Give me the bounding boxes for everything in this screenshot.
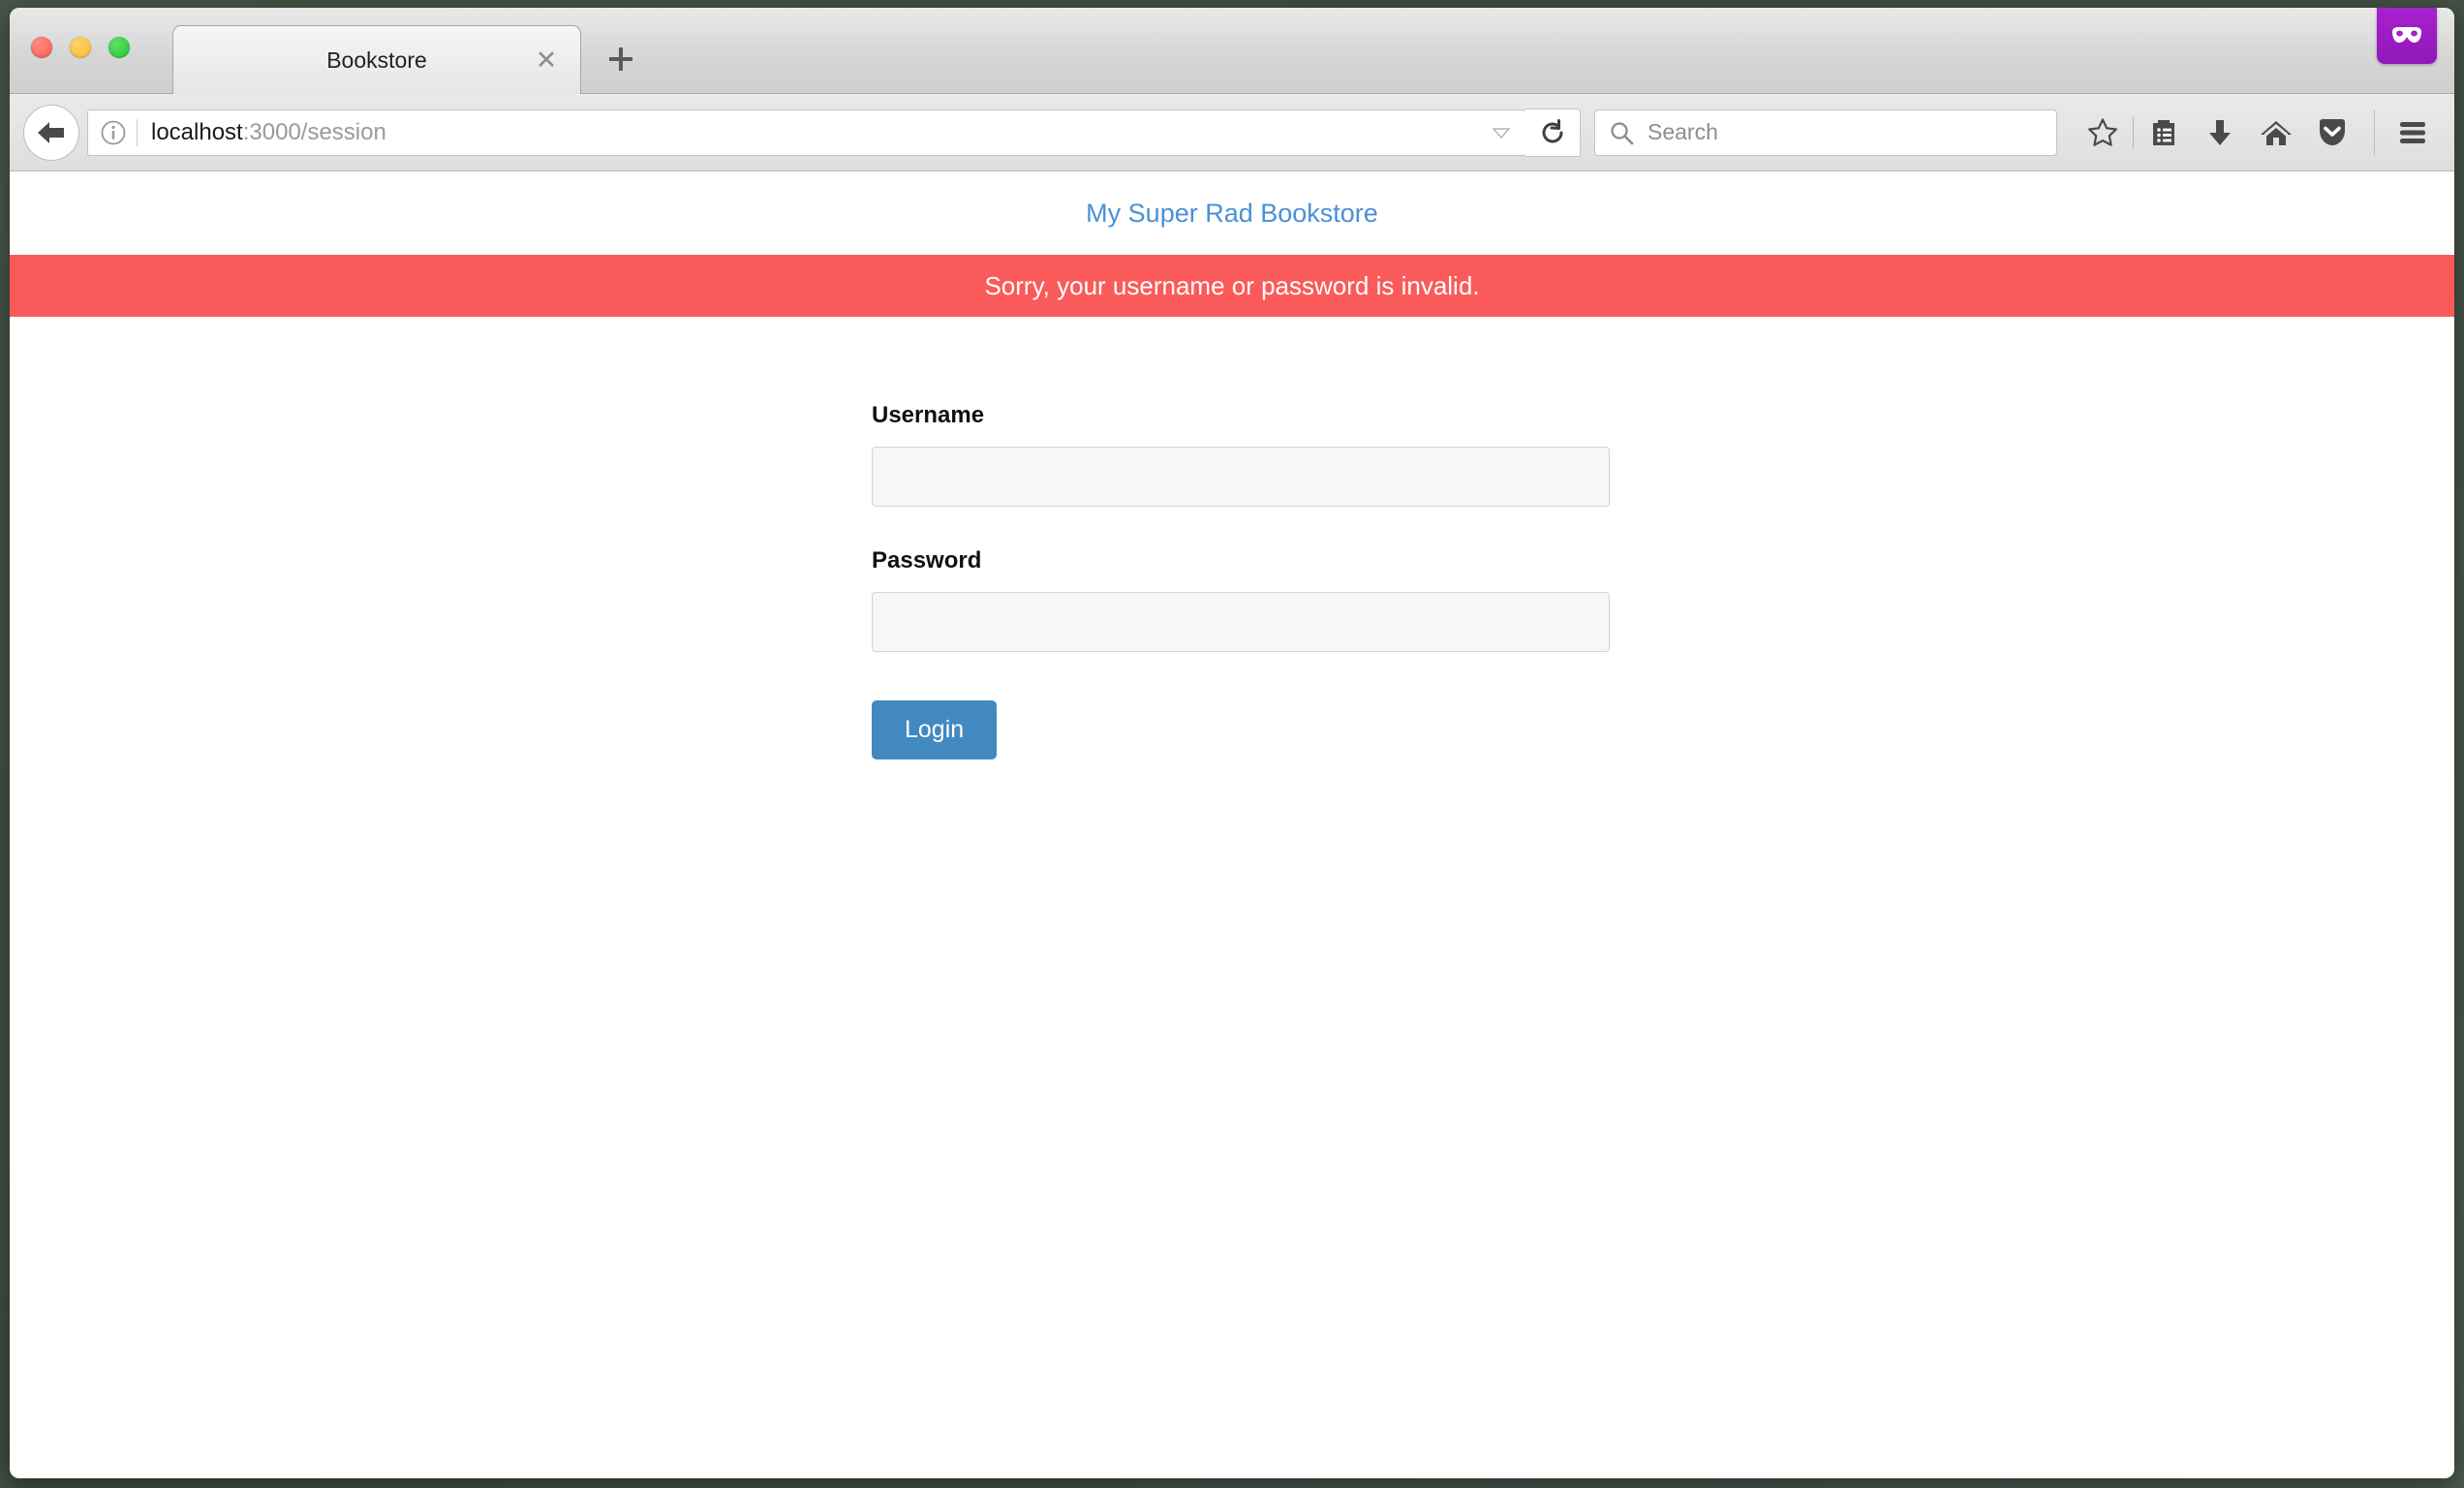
login-form: Username Password Login <box>872 402 1610 760</box>
hamburger-menu-icon[interactable] <box>2385 105 2441 161</box>
site-title-link[interactable]: My Super Rad Bookstore <box>1086 199 1378 229</box>
reload-icon <box>1542 118 1563 142</box>
tab-title: Bookstore <box>326 46 427 73</box>
window-controls <box>31 37 130 58</box>
url-host: localhost <box>151 118 243 145</box>
password-field-group: Password <box>872 547 1610 652</box>
close-window-button[interactable] <box>31 37 52 58</box>
desktop-background: Bookstore ✕ localhost:3000/session Searc… <box>0 0 2464 1488</box>
menu-bars-icon <box>2400 121 2425 143</box>
username-input[interactable] <box>872 447 1610 507</box>
pocket-shield-icon <box>2320 118 2345 145</box>
toolbar-icon-group <box>2075 105 2441 161</box>
house-icon <box>2261 120 2292 145</box>
navigation-toolbar: localhost:3000/session Search <box>10 94 2454 171</box>
plus-icon <box>609 47 632 71</box>
library-icon[interactable] <box>2136 105 2192 161</box>
back-arrow-icon <box>38 121 64 143</box>
zoom-window-button[interactable] <box>108 37 130 58</box>
reload-button[interactable] <box>1525 108 1581 157</box>
downloads-icon[interactable] <box>2192 105 2248 161</box>
minimize-window-button[interactable] <box>70 37 91 58</box>
tab-strip: Bookstore ✕ <box>10 8 2454 94</box>
flash-error-banner: Sorry, your username or password is inva… <box>10 255 2454 317</box>
private-browsing-indicator <box>2377 8 2437 64</box>
password-input[interactable] <box>872 592 1610 652</box>
password-label: Password <box>872 547 982 574</box>
chevron-down-icon[interactable] <box>1487 127 1516 139</box>
login-button[interactable]: Login <box>872 700 998 760</box>
search-input[interactable]: Search <box>1594 108 2057 156</box>
new-tab-button[interactable] <box>591 29 651 89</box>
info-circle-icon <box>101 120 126 144</box>
bookmark-star-icon[interactable] <box>2075 105 2131 161</box>
address-bar[interactable]: localhost:3000/session <box>87 108 1526 156</box>
search-placeholder-text: Search <box>1648 119 1718 144</box>
username-field-group: Username <box>872 402 1610 507</box>
download-arrow-icon <box>2209 119 2231 145</box>
reading-list-icon <box>2153 119 2174 145</box>
back-button[interactable] <box>23 104 79 161</box>
flash-error-message: Sorry, your username or password is inva… <box>984 270 1480 300</box>
tab-bookstore[interactable]: Bookstore ✕ <box>172 25 581 94</box>
url-path: :3000/session <box>242 118 386 145</box>
page-content: My Super Rad Bookstore Sorry, your usern… <box>10 171 2454 1478</box>
search-icon <box>1611 121 1634 144</box>
menu-divider <box>2374 108 2375 156</box>
pocket-icon[interactable] <box>2304 105 2360 161</box>
tab-close-icon[interactable]: ✕ <box>534 46 559 73</box>
url-text: localhost:3000/session <box>151 119 1487 146</box>
toolbar-divider <box>2133 115 2134 149</box>
mask-icon <box>2392 27 2421 43</box>
star-icon <box>2088 117 2117 146</box>
site-header: My Super Rad Bookstore <box>10 171 2454 255</box>
urlbar-separator <box>137 118 138 146</box>
info-icon[interactable] <box>98 117 129 148</box>
home-icon[interactable] <box>2248 105 2304 161</box>
browser-window: Bookstore ✕ localhost:3000/session Searc… <box>10 8 2454 1478</box>
username-label: Username <box>872 402 985 428</box>
dropdown-triangle-icon <box>1493 127 1510 139</box>
